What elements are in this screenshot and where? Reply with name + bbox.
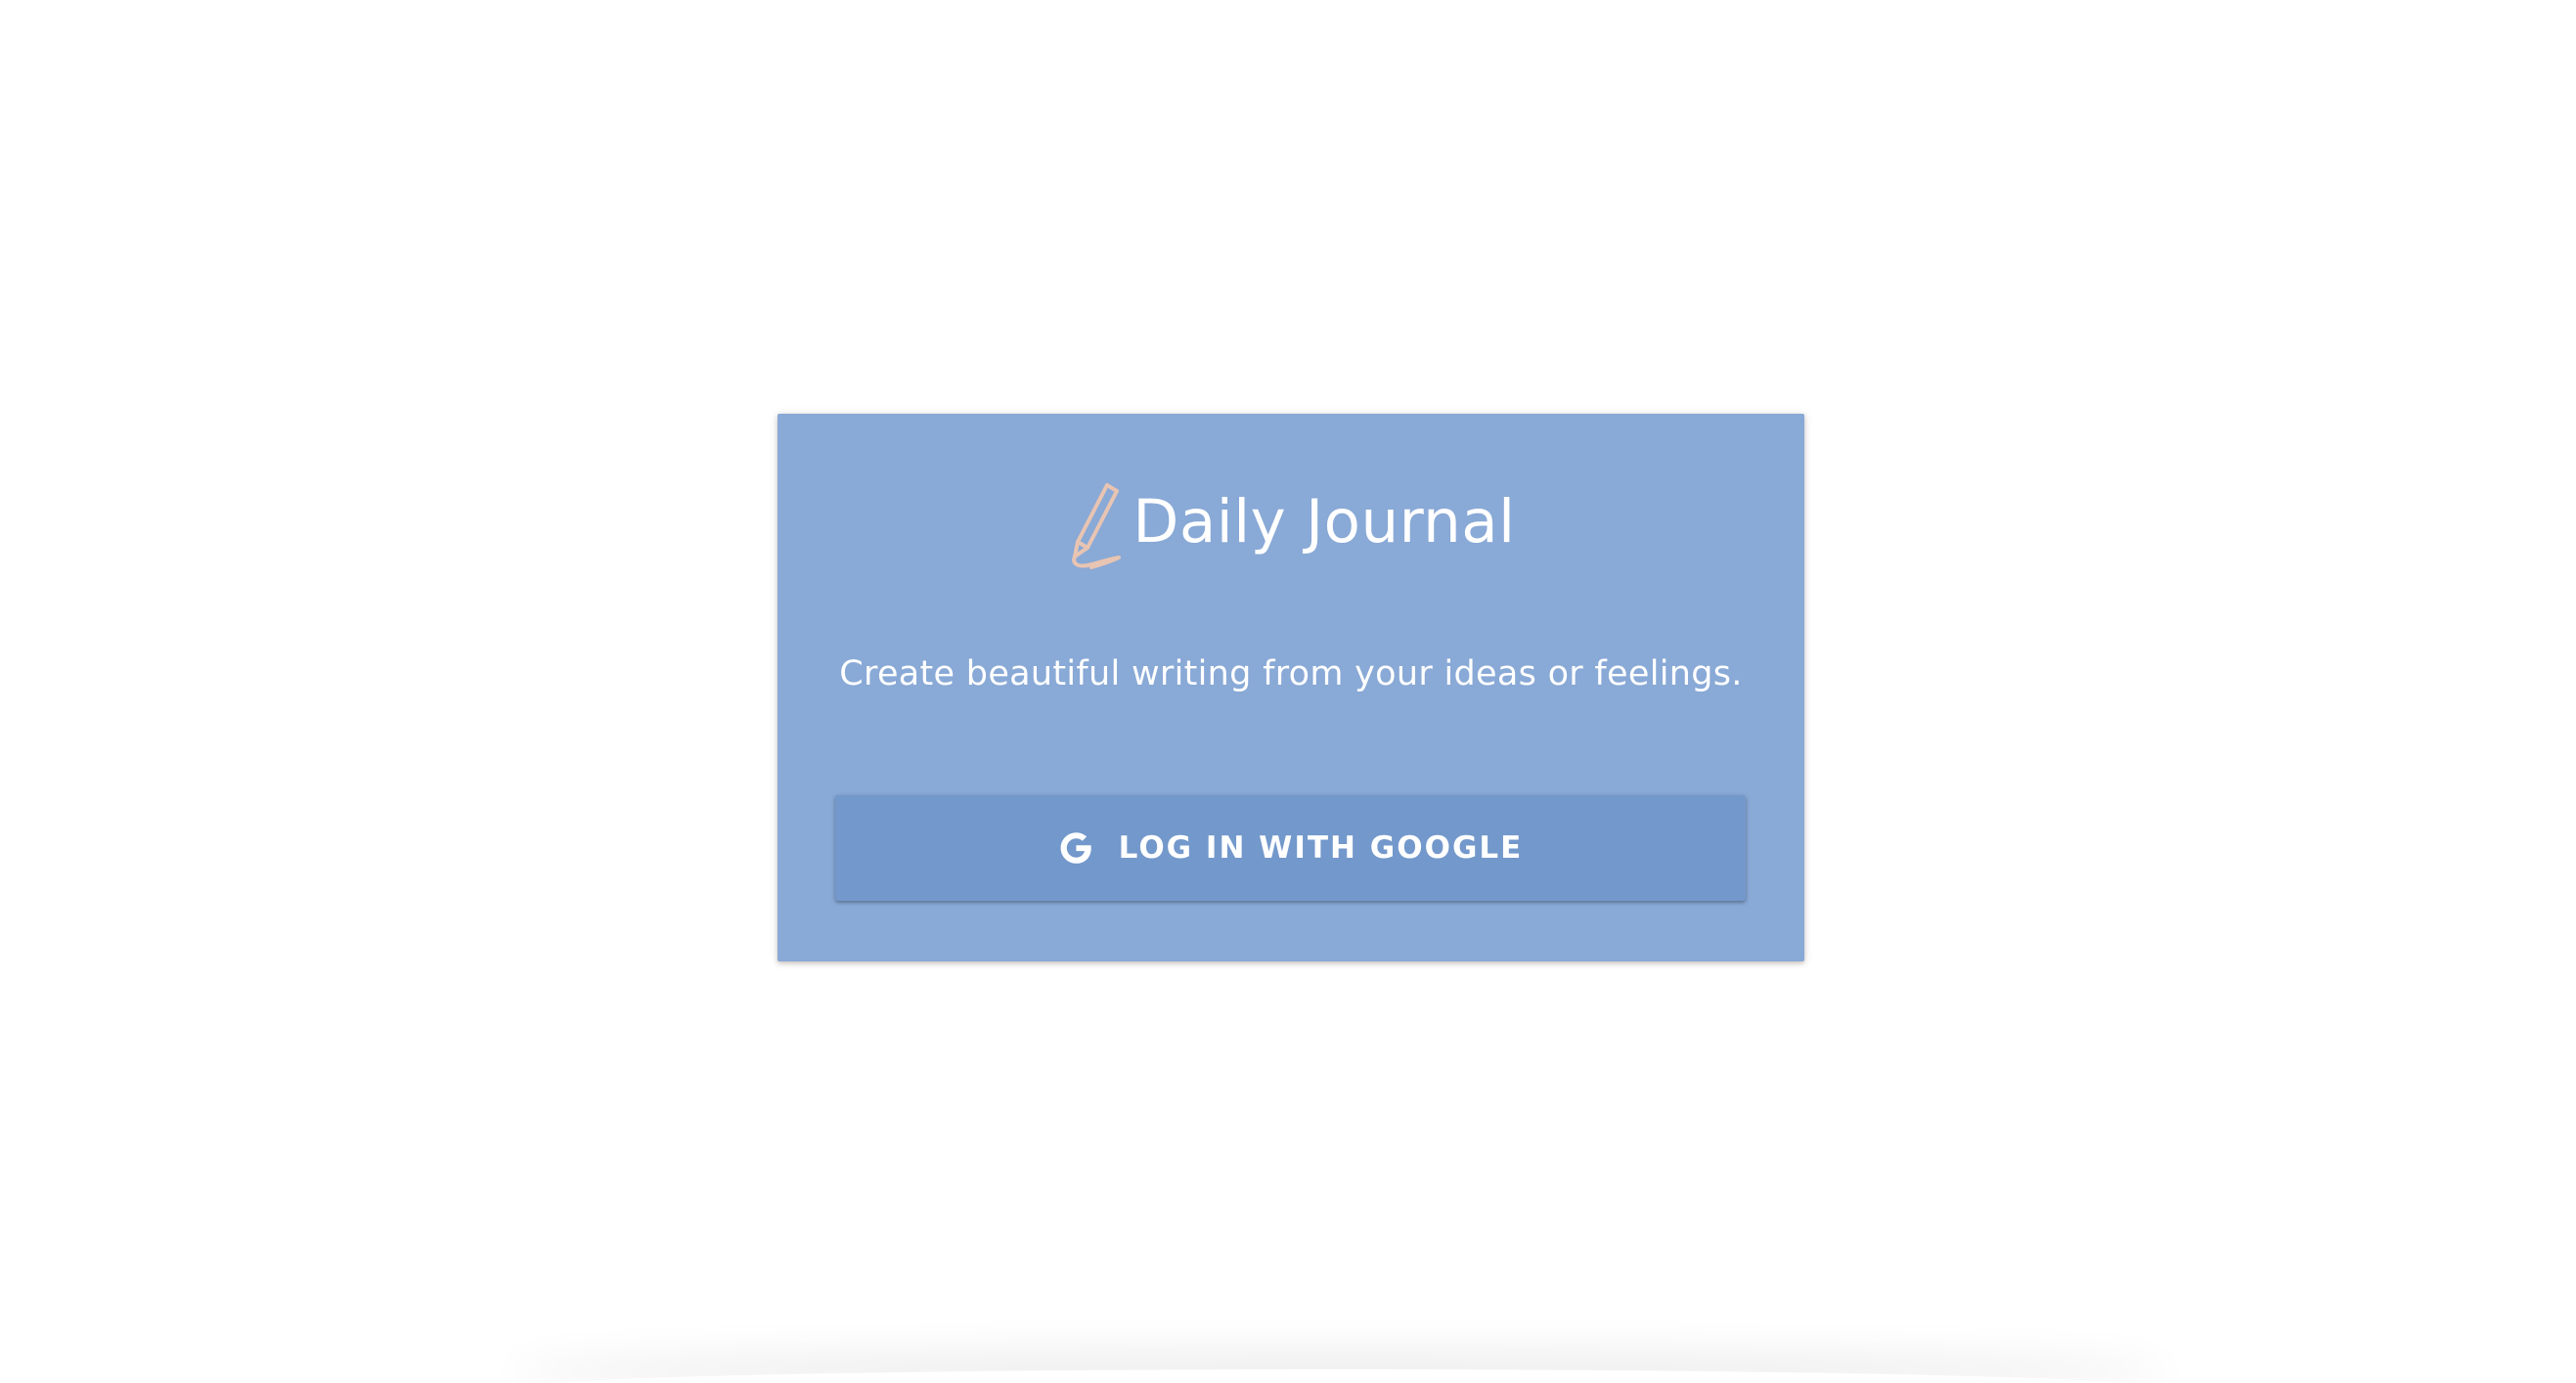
tagline: Create beautiful writing from your ideas… [839,654,1743,693]
login-button-label: LOG IN WITH GOOGLE [1118,829,1524,866]
google-login-button[interactable]: LOG IN WITH GOOGLE [835,795,1746,901]
login-page: Daily Journal Create beautiful writing f… [0,0,2576,1383]
app-title: Daily Journal [1133,486,1516,557]
google-icon [1060,832,1091,864]
login-card: Daily Journal Create beautiful writing f… [777,414,1804,961]
brand-header: Daily Journal [777,470,1804,578]
pencil-icon [1072,483,1122,569]
bottom-edge-shadow [509,1369,2171,1383]
